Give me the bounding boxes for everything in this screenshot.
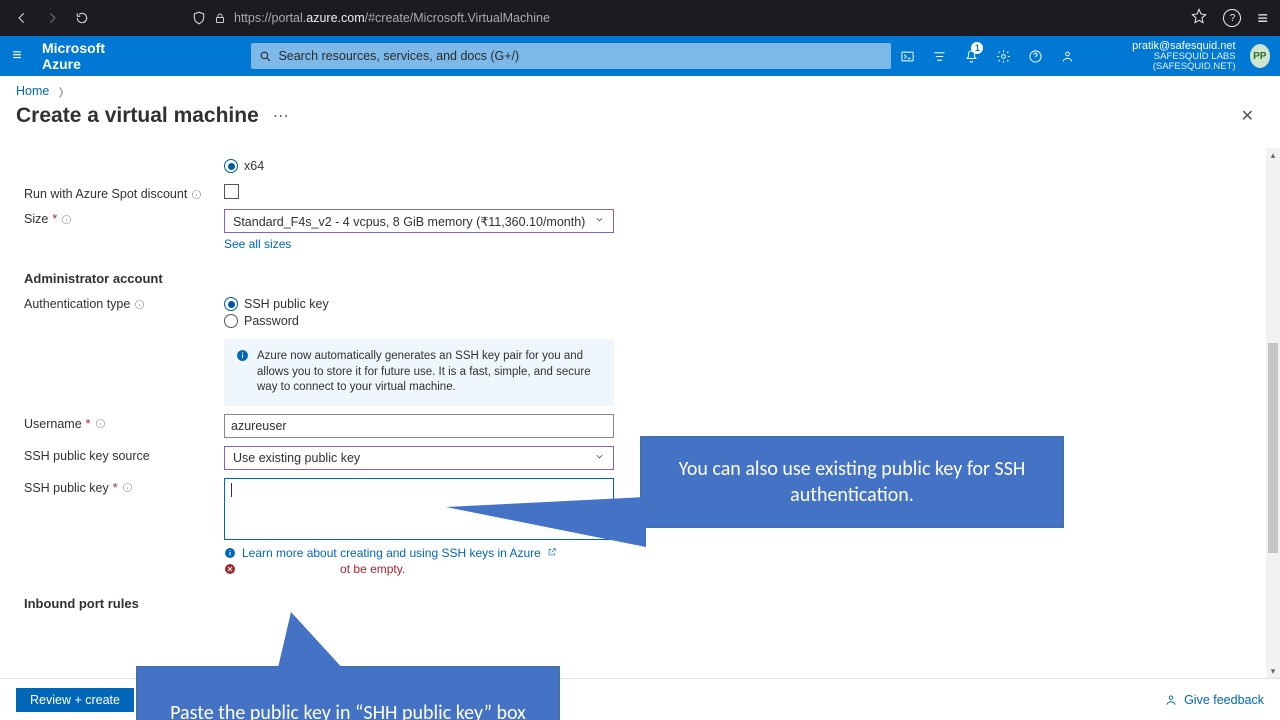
shield-icon — [192, 11, 206, 25]
notifications-icon[interactable]: 1 — [955, 36, 987, 76]
address-bar[interactable]: https://portal.azure.com/#create/Microso… — [192, 11, 1191, 25]
review-create-button[interactable]: Review + create — [16, 688, 134, 712]
browser-toolbar: https://portal.azure.com/#create/Microso… — [0, 0, 1280, 36]
azure-brand[interactable]: Microsoft Azure — [42, 40, 131, 72]
spot-discount-checkbox[interactable] — [224, 184, 239, 199]
chevron-down-icon — [594, 451, 605, 465]
bookmark-star-icon[interactable] — [1191, 8, 1207, 29]
info-icon[interactable] — [61, 214, 72, 225]
section-inbound-ports: Inbound port rules — [24, 596, 1258, 611]
feedback-person-icon — [1164, 693, 1178, 707]
section-admin-account: Administrator account — [24, 271, 1258, 286]
azure-header: ≡ Microsoft Azure Search resources, serv… — [0, 36, 1280, 76]
info-icon[interactable] — [134, 299, 145, 310]
notification-badge: 1 — [971, 42, 983, 54]
username-input[interactable]: azureuser — [224, 414, 614, 438]
breadcrumb: Home ❭ — [0, 76, 1280, 102]
spot-discount-label: Run with Azure Spot discount — [24, 187, 187, 201]
form-area: x64 Run with Azure Spot discount Size * … — [0, 148, 1266, 678]
arch-x64-radio[interactable]: x64 — [224, 159, 614, 173]
ssh-info-box: Azure now automatically generates an SSH… — [224, 339, 614, 406]
info-icon[interactable] — [95, 418, 106, 429]
scroll-up-arrow[interactable]: ▴ — [1266, 148, 1280, 162]
avatar[interactable]: PP — [1250, 44, 1270, 68]
give-feedback-link[interactable]: Give feedback — [1164, 693, 1264, 707]
size-label: Size — [24, 212, 48, 226]
info-icon[interactable] — [191, 189, 202, 200]
breadcrumb-home[interactable]: Home — [16, 84, 49, 98]
feedback-icon[interactable] — [1051, 36, 1083, 76]
vertical-scrollbar[interactable]: ▴ ▾ — [1266, 148, 1280, 678]
cloud-shell-icon[interactable] — [891, 36, 923, 76]
account-info[interactable]: pratik@safesquid.net SAFESQUID LABS (SAF… — [1083, 40, 1245, 73]
scroll-down-arrow[interactable]: ▾ — [1266, 664, 1280, 678]
settings-gear-icon[interactable] — [987, 36, 1019, 76]
ssh-key-source-label: SSH public key source — [24, 449, 150, 463]
ssh-key-source-select[interactable]: Use existing public key — [224, 446, 614, 470]
info-icon — [236, 349, 249, 396]
page-content: Home ❭ Create a virtual machine ⋯ ✕ x64 … — [0, 76, 1280, 720]
nav-back-button[interactable] — [12, 8, 32, 28]
url-text: https://portal.azure.com/#create/Microso… — [234, 11, 550, 25]
auth-ssh-radio[interactable]: SSH public key — [224, 297, 614, 311]
lock-icon — [214, 12, 226, 24]
page-more-button[interactable]: ⋯ — [273, 106, 290, 126]
username-label: Username — [24, 417, 82, 431]
learn-more-ssh-link[interactable]: Learn more about creating and using SSH … — [242, 546, 541, 560]
size-select[interactable]: Standard_F4s_v2 - 4 vcpus, 8 GiB memory … — [224, 209, 614, 233]
nav-reload-button[interactable] — [72, 8, 92, 28]
chevron-down-icon — [594, 214, 605, 228]
auth-type-label: Authentication type — [24, 297, 130, 311]
auth-password-radio[interactable]: Password — [224, 314, 614, 328]
annotation-callout-2: Paste the public key in “SHH public key”… — [136, 666, 560, 720]
info-icon[interactable] — [122, 482, 133, 493]
annotation-callout-1: You can also use existing public key for… — [640, 436, 1064, 528]
search-placeholder: Search resources, services, and docs (G+… — [278, 49, 519, 63]
account-icon[interactable]: ? — [1223, 9, 1241, 27]
browser-menu-button[interactable]: ≡ — [1257, 8, 1268, 29]
help-icon[interactable] — [1019, 36, 1051, 76]
chevron-right-icon: ❭ — [57, 87, 65, 98]
global-search-input[interactable]: Search resources, services, and docs (G+… — [251, 43, 891, 69]
portal-menu-button[interactable]: ≡ — [0, 47, 34, 65]
ssh-key-error: The value must not be empty. — [224, 562, 614, 576]
page-title: Create a virtual machine — [16, 104, 259, 128]
scrollbar-thumb[interactable] — [1268, 343, 1278, 553]
info-icon — [224, 547, 236, 559]
nav-forward-button[interactable] — [42, 8, 62, 28]
directories-icon[interactable] — [923, 36, 955, 76]
ssh-public-key-label: SSH public key — [24, 481, 109, 495]
external-link-icon — [547, 546, 557, 560]
close-blade-button[interactable]: ✕ — [1241, 106, 1254, 126]
see-all-sizes-link[interactable]: See all sizes — [224, 237, 614, 251]
